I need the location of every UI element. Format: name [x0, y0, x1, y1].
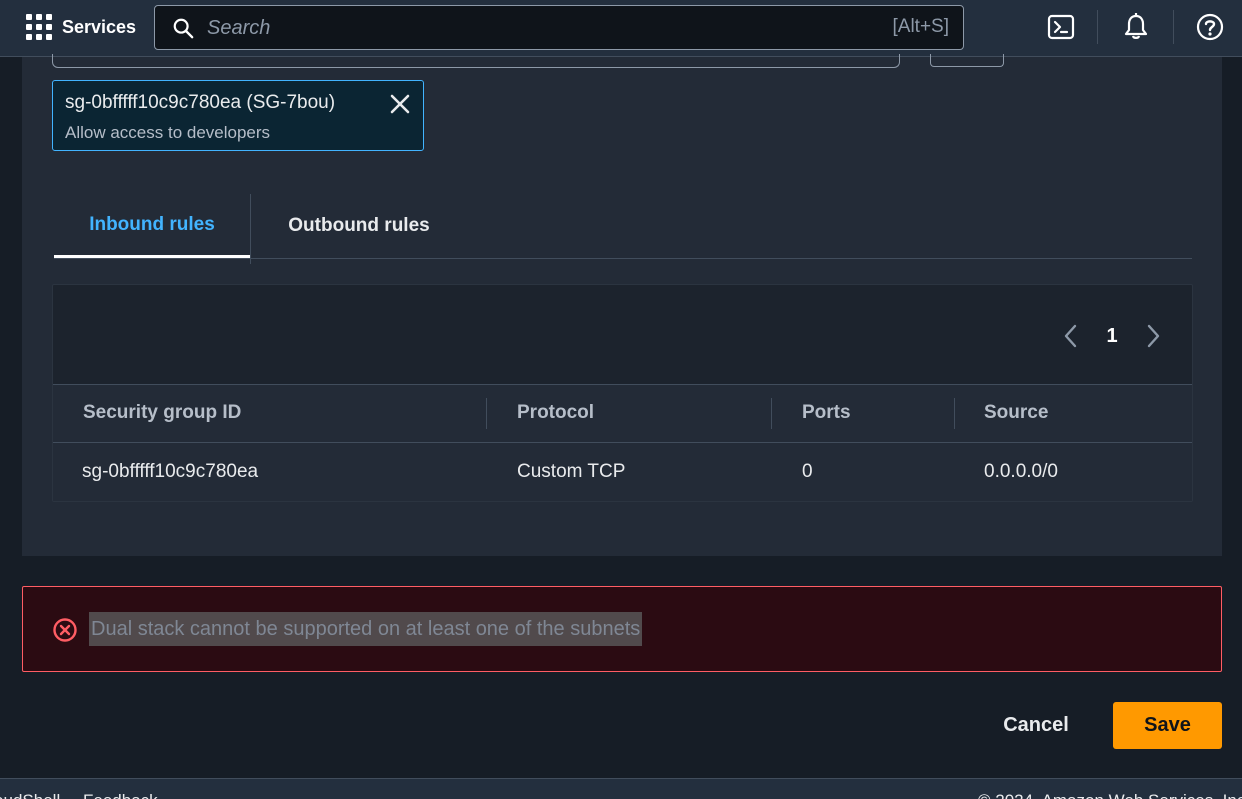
rules-tabs: Inbound rules Outbound rules — [54, 194, 1192, 264]
services-menu-button[interactable]: Services — [26, 13, 136, 41]
selected-security-group-token: sg-0bfffff10c9c780ea (SG-7bou) Allow acc… — [52, 80, 424, 151]
column-divider[interactable] — [771, 398, 772, 429]
tab-inbound-rules[interactable]: Inbound rules — [54, 194, 250, 258]
rules-table-container: 1 Security group ID Protocol Ports Sourc… — [52, 284, 1193, 502]
search-input[interactable] — [207, 14, 907, 42]
pagination: 1 — [1062, 321, 1162, 351]
cancel-button[interactable]: Cancel — [986, 703, 1086, 748]
error-alert: Dual stack cannot be supported on at lea… — [22, 586, 1222, 672]
top-navigation-bar: Services [Alt+S] — [0, 0, 1242, 57]
notifications-bell-icon[interactable] — [1121, 12, 1151, 42]
app-grid-icon — [26, 14, 52, 40]
cell-protocol: Custom TCP — [517, 461, 626, 482]
search-icon — [173, 18, 194, 39]
cell-security-group-id: sg-0bfffff10c9c780ea — [82, 461, 259, 482]
next-page-chevron-icon[interactable] — [1144, 323, 1162, 349]
token-description: Allow access to developers — [65, 123, 271, 142]
column-header-security-group-id: Security group ID — [83, 402, 242, 423]
security-group-select-input[interactable] — [52, 54, 900, 68]
save-button[interactable]: Save — [1113, 702, 1222, 749]
column-header-source: Source — [984, 402, 1049, 423]
help-icon[interactable] — [1195, 12, 1225, 42]
services-label: Services — [62, 16, 137, 37]
cell-ports: 0 — [802, 461, 813, 482]
cloudshell-link[interactable]: CloudShell — [0, 791, 60, 799]
console-footer: CloudShell Feedback © 2024, Amazon Web S… — [0, 778, 1242, 799]
feedback-link[interactable]: Feedback — [83, 791, 158, 799]
token-title: sg-0bfffff10c9c780ea (SG-7bou) — [65, 92, 336, 113]
column-header-protocol: Protocol — [517, 402, 595, 423]
remove-token-close-icon[interactable] — [387, 91, 413, 117]
search-shortcut-hint: [Alt+S] — [892, 16, 950, 37]
topbar-divider — [1097, 10, 1098, 44]
current-page-number[interactable]: 1 — [1102, 325, 1122, 348]
copyright-text: © 2024, Amazon Web Services, Inc. or its… — [978, 791, 1242, 799]
cell-source: 0.0.0.0/0 — [984, 461, 1058, 482]
table-header: Security group ID Protocol Ports Source — [53, 384, 1192, 443]
tab-outbound-rules[interactable]: Outbound rules — [251, 194, 467, 258]
cloudshell-icon[interactable] — [1046, 12, 1076, 42]
column-divider[interactable] — [486, 398, 487, 429]
column-header-ports: Ports — [802, 402, 851, 423]
security-groups-panel: sg-0bfffff10c9c780ea (SG-7bou) Allow acc… — [22, 54, 1222, 556]
error-circle-x-icon — [53, 618, 77, 642]
topbar-divider — [1173, 10, 1174, 44]
refresh-button[interactable] — [930, 54, 1004, 67]
error-message: Dual stack cannot be supported on at lea… — [89, 612, 643, 646]
previous-page-chevron-icon[interactable] — [1062, 323, 1080, 349]
table-row: sg-0bfffff10c9c780ea Custom TCP 0 0.0.0.… — [53, 443, 1192, 501]
column-divider[interactable] — [954, 398, 955, 429]
search-box[interactable]: [Alt+S] — [154, 5, 964, 50]
